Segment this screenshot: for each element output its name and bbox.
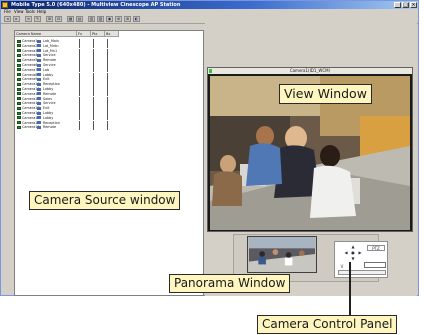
toolbar-button[interactable]: ▧ <box>97 16 104 22</box>
camera-icon <box>17 121 21 125</box>
maximize-button[interactable]: □ <box>402 2 409 8</box>
location-icon <box>37 63 41 67</box>
title-bar[interactable]: Mobile Type 5.0 (640x480) - Multiview Ci… <box>1 1 418 9</box>
toolbar-button[interactable]: ◐ <box>133 16 140 22</box>
location-icon <box>37 77 41 81</box>
camera-icon <box>17 68 21 72</box>
zoom-slider[interactable] <box>338 270 386 275</box>
camera-icon <box>17 63 21 67</box>
location-icon <box>37 44 41 48</box>
camera-icon <box>17 111 21 115</box>
camera-icon <box>17 49 21 53</box>
view-window-caption: Camera1(ID1_WCM) <box>208 68 412 74</box>
camera-icon <box>17 82 21 86</box>
close-button[interactable]: × <box>410 2 417 8</box>
ptz-button[interactable]: PTZ <box>367 245 385 251</box>
app-icon <box>2 2 8 8</box>
toolbar-button[interactable]: ⊞ <box>46 16 53 22</box>
toolbar-button[interactable]: ◉ <box>106 16 113 22</box>
location-icon <box>37 53 41 57</box>
control-panel-leader-line <box>349 262 351 316</box>
camera-icon <box>17 116 21 120</box>
camera-icon <box>17 101 21 105</box>
camera-source-callout: Camera Source window <box>29 191 181 210</box>
toolbar-button[interactable]: ⊗ <box>124 16 131 22</box>
camera-icon <box>17 125 21 129</box>
zoom-field[interactable] <box>364 262 386 268</box>
window-title: Mobile Type 5.0 (640x480) - Multiview Ci… <box>11 2 181 8</box>
view-window-callout: View Window <box>279 84 372 104</box>
toolbar-button[interactable]: ▤ <box>76 16 83 22</box>
pan-right-button[interactable]: ▶ <box>357 250 363 256</box>
location-icon <box>37 121 41 125</box>
camera-source-list[interactable]: Camera Name Fx Ptz Bx Camera1 Lab_Main Cam… <box>14 30 204 296</box>
location-icon <box>37 101 41 105</box>
camera-control-callout: Camera Control Panel <box>257 315 398 334</box>
column-header-ptz[interactable]: Ptz <box>91 31 105 37</box>
camera-icon <box>17 53 21 57</box>
toolbar-button[interactable]: ▥ <box>88 16 95 22</box>
location-icon <box>37 82 41 86</box>
camera-icon <box>17 97 21 101</box>
location-icon <box>37 111 41 115</box>
minimize-button[interactable]: _ <box>394 2 401 8</box>
camera-location: Remote <box>43 125 57 130</box>
location-icon <box>37 125 41 129</box>
toolbar-button[interactable]: ▦ <box>67 16 74 22</box>
camera-icon <box>17 39 21 43</box>
tilt-down-button[interactable]: ▼ <box>350 256 356 262</box>
camera-row[interactable]: Camera19 Remote <box>15 125 135 130</box>
location-icon <box>37 92 41 96</box>
panorama-window[interactable] <box>247 236 317 273</box>
toolbar-button[interactable]: ≡ <box>25 16 32 22</box>
camera-icon <box>17 92 21 96</box>
camera-icon <box>17 87 21 91</box>
camera-icon <box>17 44 21 48</box>
pan-left-button[interactable]: ◀ <box>343 250 349 256</box>
location-icon <box>37 97 41 101</box>
status-cell <box>93 125 96 130</box>
location-icon <box>37 39 41 43</box>
column-header-name[interactable]: Camera Name <box>15 31 77 37</box>
location-icon <box>37 106 41 110</box>
toolbar-button[interactable]: ◂ <box>4 16 11 22</box>
camera-icon <box>17 58 21 62</box>
status-cell <box>107 125 110 130</box>
panorama-callout: Panorama Window <box>169 274 291 293</box>
column-header-bx[interactable]: Bx <box>105 31 119 37</box>
toolbar-button[interactable]: ✎ <box>34 16 41 22</box>
camera-icon <box>17 106 21 110</box>
toolbar-button[interactable]: ▸ <box>13 16 20 22</box>
column-header-fx[interactable]: Fx <box>77 31 91 37</box>
location-icon <box>37 116 41 120</box>
live-indicator <box>209 69 212 73</box>
location-icon <box>37 58 41 62</box>
camera-icon <box>17 73 21 77</box>
toolbar-button[interactable]: ⊕ <box>115 16 122 22</box>
location-icon <box>37 49 41 53</box>
toolbar-button[interactable]: ⊟ <box>55 16 62 22</box>
camera-icon <box>17 77 21 81</box>
status-cell <box>79 125 82 130</box>
location-icon <box>37 68 41 72</box>
location-icon <box>37 87 41 91</box>
location-icon <box>37 73 41 77</box>
